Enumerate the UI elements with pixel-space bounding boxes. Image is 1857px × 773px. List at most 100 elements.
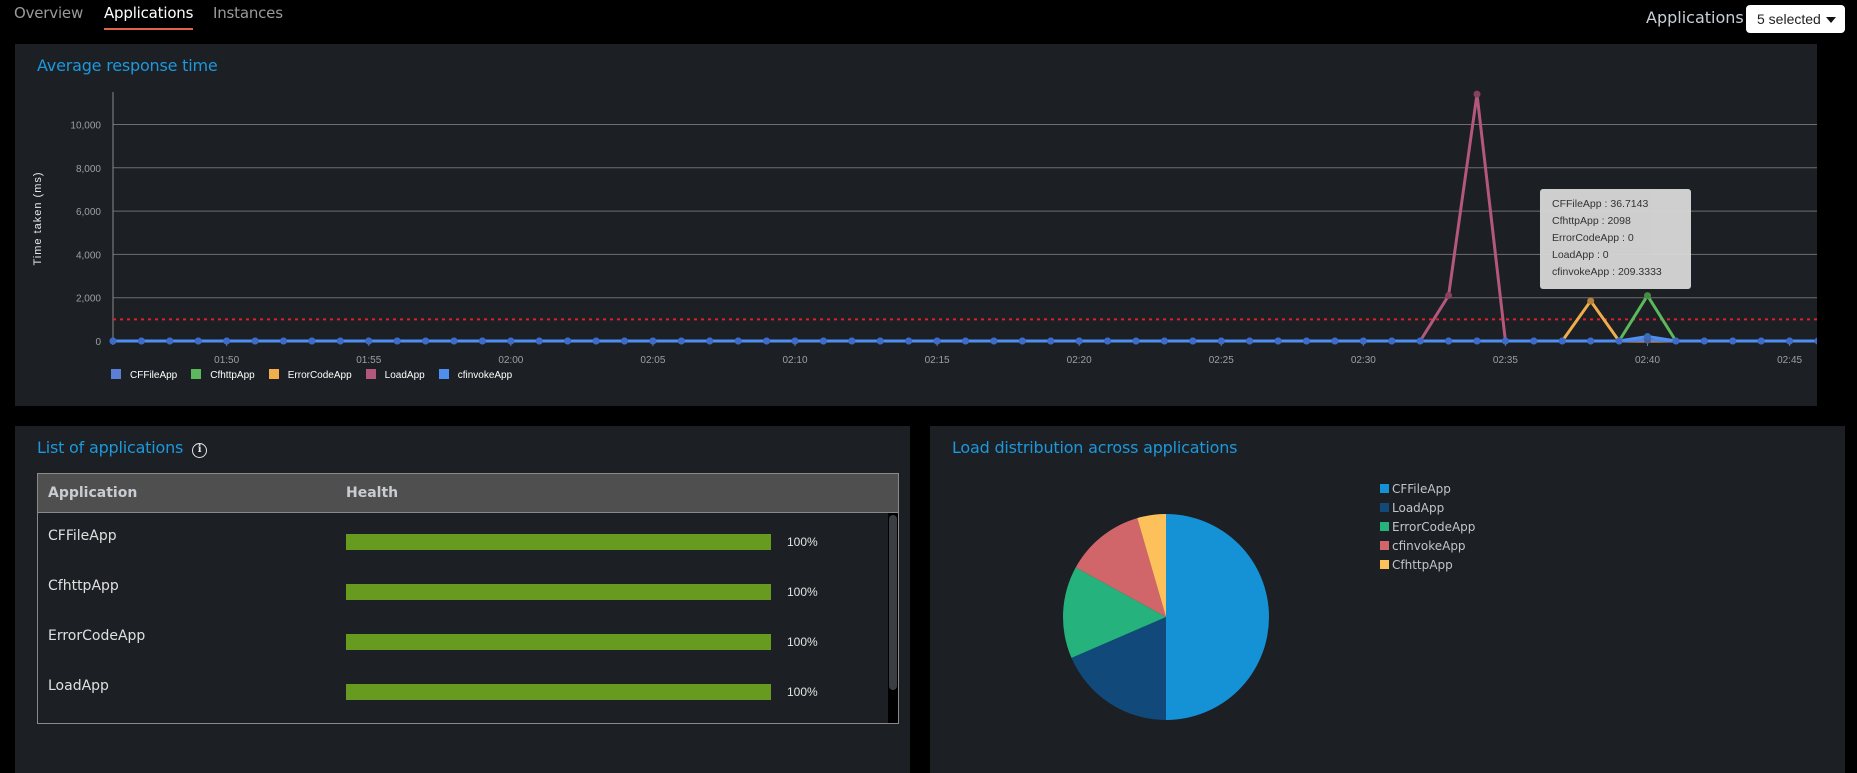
legend-item[interactable]: CfhttpApp xyxy=(191,369,255,381)
health-bar-fill xyxy=(346,634,771,650)
table-header: Application Health xyxy=(38,474,898,513)
app-name: LoadApp xyxy=(48,678,109,694)
legend-label: CfhttpApp xyxy=(210,370,255,381)
legend-item[interactable]: CFFileApp xyxy=(111,369,177,381)
legend-item[interactable]: LoadApp xyxy=(365,369,425,381)
data-point xyxy=(422,337,430,345)
legend-swatch xyxy=(1380,503,1389,512)
data-point xyxy=(1331,337,1339,345)
applications-select[interactable]: 5 selected xyxy=(1746,5,1845,33)
x-tick-label: 02:20 xyxy=(1067,355,1092,366)
data-point xyxy=(564,337,572,345)
series-line xyxy=(113,294,1817,343)
applications-list-title-text: List of applications xyxy=(37,438,184,457)
table-row[interactable]: CFFileApp 100% xyxy=(38,513,878,563)
data-point xyxy=(336,337,344,345)
top-nav: Overview Applications Instances Applicat… xyxy=(0,0,1857,44)
legend-item[interactable]: ErrorCodeApp xyxy=(268,369,352,381)
table-scrollbar[interactable] xyxy=(888,513,898,723)
column-header-application[interactable]: Application xyxy=(48,485,137,501)
data-point xyxy=(763,337,771,345)
data-point xyxy=(706,337,714,345)
data-point xyxy=(1558,337,1566,345)
pie-legend: CFFileApp LoadApp ErrorCodeApp cfinvokeApp C… xyxy=(1380,482,1475,577)
data-point xyxy=(308,337,316,345)
data-point xyxy=(1501,337,1509,345)
x-tick-label: 02:15 xyxy=(925,355,950,366)
data-point xyxy=(1644,332,1651,340)
table-scrollbar-thumb[interactable] xyxy=(889,515,897,690)
y-tick-label: 2,000 xyxy=(76,294,101,305)
data-point xyxy=(393,337,401,345)
data-point xyxy=(1700,337,1708,345)
series-CfhttpApp xyxy=(113,292,1817,343)
legend-item[interactable]: CfhttpApp xyxy=(1380,558,1475,577)
applications-list-title: List of applications i xyxy=(37,438,208,458)
app-name: CFFileApp xyxy=(48,528,117,544)
load-distribution-panel: Load distribution across applications CF… xyxy=(930,426,1845,773)
x-tick-label: 02:40 xyxy=(1635,355,1660,366)
x-tick-label: 02:10 xyxy=(782,355,807,366)
health-bar xyxy=(346,634,771,650)
response-time-legend: CFFileApp CfhttpApp ErrorCodeApp LoadApp cfi… xyxy=(111,369,526,381)
legend-swatch xyxy=(111,369,121,379)
data-point xyxy=(1644,292,1651,300)
x-tick-label: 02:45 xyxy=(1777,355,1802,366)
legend-item[interactable]: cfinvokeApp xyxy=(1380,539,1475,558)
data-point xyxy=(1757,337,1765,345)
legend-item[interactable]: CFFileApp xyxy=(1380,482,1475,501)
data-point xyxy=(876,337,884,345)
x-tick-label: 02:05 xyxy=(640,355,665,366)
app-name: CfhttpApp xyxy=(48,578,119,594)
health-bar xyxy=(346,534,771,550)
y-tick-label: 8,000 xyxy=(76,164,101,175)
info-icon[interactable]: i xyxy=(192,443,208,458)
data-point xyxy=(450,337,458,345)
data-point xyxy=(507,337,515,345)
legend-swatch xyxy=(1380,560,1389,569)
applications-filter-label: Applications xyxy=(1646,8,1744,27)
legend-item[interactable]: ErrorCodeApp xyxy=(1380,520,1475,539)
data-point xyxy=(1615,337,1623,345)
table-row[interactable]: LoadApp 100% xyxy=(38,663,878,713)
data-point xyxy=(592,337,600,345)
data-point xyxy=(734,337,742,345)
tab-instances[interactable]: Instances xyxy=(213,4,283,22)
data-point xyxy=(365,337,373,345)
data-point xyxy=(1445,337,1453,345)
tab-applications[interactable]: Applications xyxy=(104,4,194,30)
data-point xyxy=(933,337,941,345)
data-point xyxy=(1416,337,1424,345)
app-name: ErrorCodeApp xyxy=(48,628,146,644)
data-point xyxy=(1473,90,1481,98)
data-point xyxy=(1388,337,1396,345)
health-bar-fill xyxy=(346,684,771,700)
applications-select-value: 5 selected xyxy=(1757,11,1821,27)
x-tick-label: 01:50 xyxy=(214,355,239,366)
legend-label: ErrorCodeApp xyxy=(1392,520,1476,534)
data-point xyxy=(1359,337,1367,345)
legend-item[interactable]: cfinvokeApp xyxy=(438,369,513,381)
health-percent: 100% xyxy=(787,585,818,599)
tab-overview[interactable]: Overview xyxy=(14,4,83,22)
column-header-health[interactable]: Health xyxy=(346,485,398,501)
legend-label: cfinvokeApp xyxy=(457,370,513,381)
legend-swatch xyxy=(1380,484,1389,493)
data-point xyxy=(1132,337,1140,345)
data-point xyxy=(905,337,913,345)
y-tick-label: 0 xyxy=(95,337,101,348)
data-point xyxy=(1246,337,1254,345)
tooltip-line: LoadApp : 0 xyxy=(1552,249,1609,261)
data-point xyxy=(1075,337,1083,345)
series-cfinvokeApp xyxy=(109,332,1817,345)
tooltip-line: ErrorCodeApp : 0 xyxy=(1552,232,1634,244)
response-time-panel: Average response time 0 2,000 4,000 6,000 8,… xyxy=(15,44,1817,406)
data-point xyxy=(1217,337,1225,345)
data-point xyxy=(848,337,856,345)
table-row[interactable]: ErrorCodeApp 100% xyxy=(38,613,878,663)
legend-item[interactable]: LoadApp xyxy=(1380,501,1475,520)
table-row[interactable]: CfhttpApp 100% xyxy=(38,563,878,613)
data-point xyxy=(1160,337,1168,345)
y-tick-label: 10,000 xyxy=(70,120,101,131)
data-point xyxy=(1530,337,1538,345)
